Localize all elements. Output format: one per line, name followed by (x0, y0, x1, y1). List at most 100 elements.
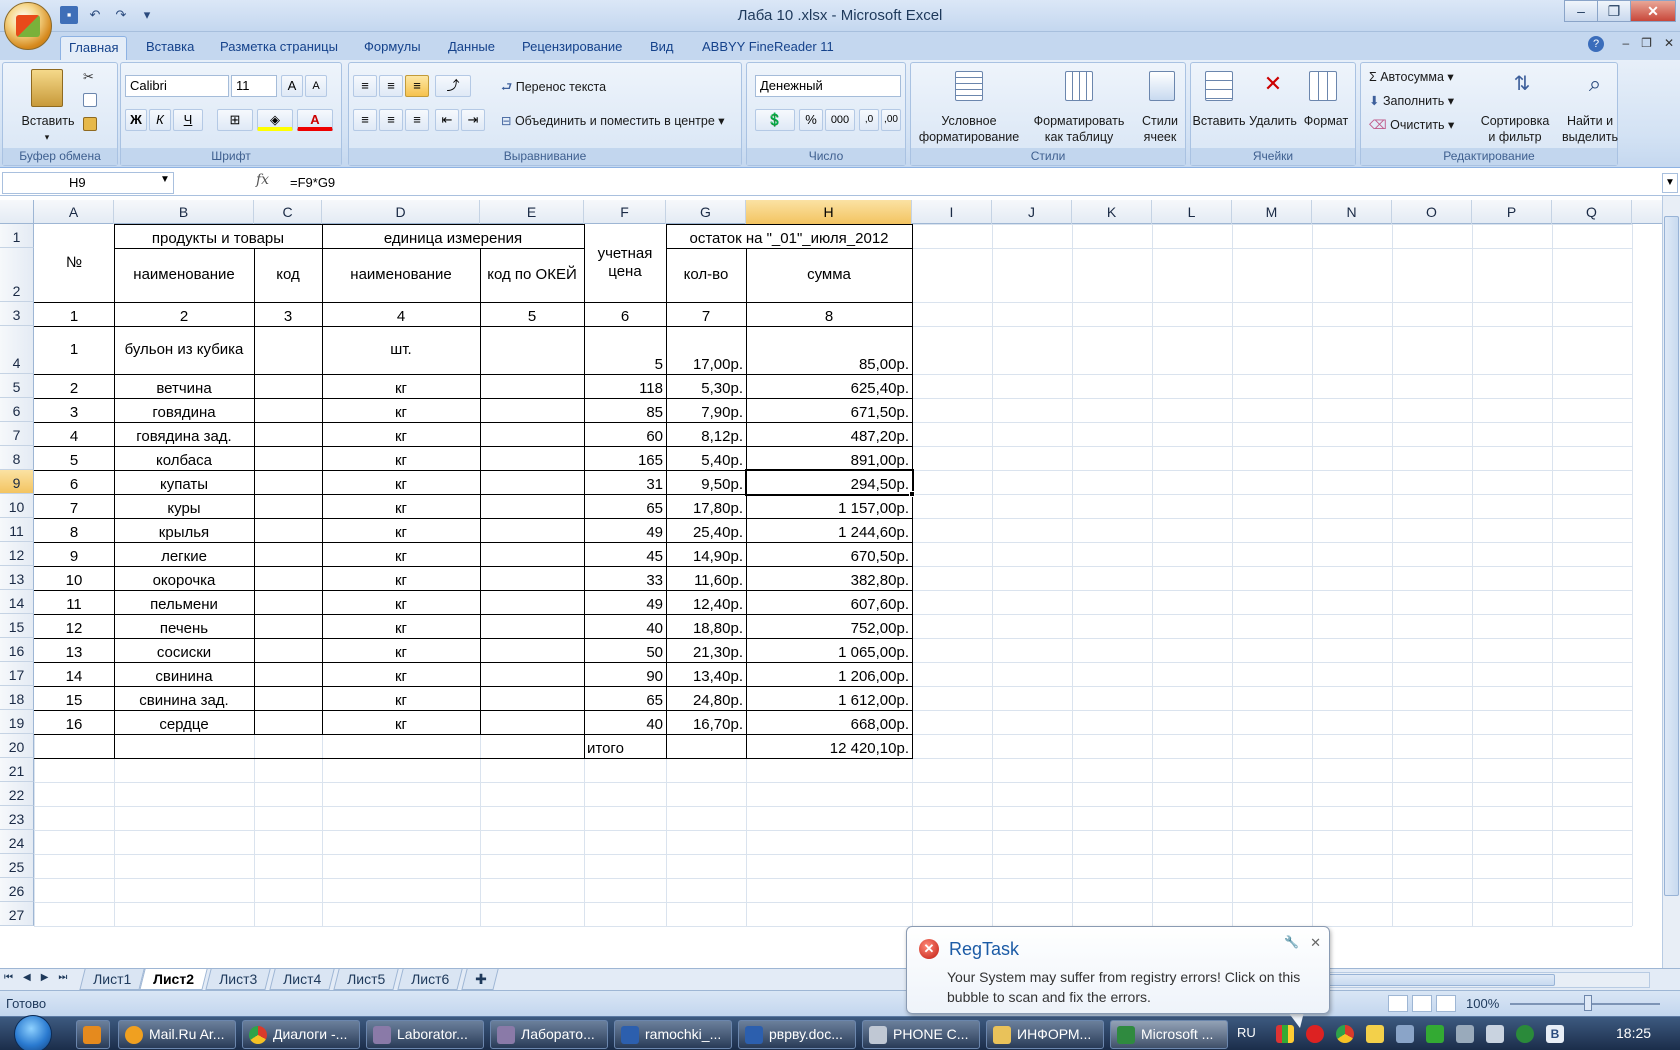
item-unit-cell[interactable]: шт. (322, 326, 480, 374)
item-unit-cell[interactable]: кг (322, 398, 480, 422)
item-qty-cell[interactable]: 17,80р. (666, 494, 746, 518)
column-number-cell[interactable]: 7 (666, 302, 746, 326)
sheet-tab[interactable]: Лист6 (397, 969, 463, 990)
row-header[interactable]: 19 (0, 710, 34, 734)
tab-page-layout[interactable]: Разметка страницы (212, 36, 346, 60)
item-sum-cell[interactable]: 625,40р. (746, 374, 912, 398)
autosum-button[interactable]: Σ Автосумма ▾ (1369, 69, 1454, 85)
column-header[interactable]: O (1392, 200, 1472, 224)
header-cell-okei[interactable]: код по ОКЕЙ (480, 248, 584, 302)
cell-styles-label[interactable]: Стили (1133, 113, 1187, 129)
balloon-options-icon[interactable]: 🔧 (1284, 935, 1299, 949)
media-player-button[interactable] (76, 1020, 110, 1049)
row-header[interactable]: 25 (0, 854, 34, 878)
sort-filter-label[interactable]: Сортировка (1469, 113, 1561, 129)
column-header[interactable]: D (322, 200, 480, 224)
item-name-cell[interactable]: бульон из кубика (114, 326, 254, 374)
taskbar-item[interactable]: Laborator... (366, 1020, 484, 1049)
item-sum-cell[interactable]: 752,00р. (746, 614, 912, 638)
item-name-cell[interactable]: окорочка (114, 566, 254, 590)
zoom-level[interactable]: 100% (1466, 996, 1499, 1011)
item-price-cell[interactable]: 85 (584, 398, 666, 422)
column-header[interactable]: H (746, 200, 912, 224)
item-qty-cell[interactable]: 24,80р. (666, 686, 746, 710)
tab-review[interactable]: Рецензирование (514, 36, 630, 60)
row-header[interactable]: 6 (0, 398, 34, 422)
paste-icon[interactable] (31, 69, 63, 107)
item-sum-cell[interactable]: 1 157,00р. (746, 494, 912, 518)
currency-button[interactable]: 💲 (755, 109, 795, 131)
align-right-button[interactable]: ≡ (405, 109, 429, 131)
column-header[interactable]: K (1072, 200, 1152, 224)
format-as-table-label[interactable]: Форматировать (1029, 113, 1129, 129)
taskbar-item[interactable]: Диалоги -... (242, 1020, 360, 1049)
row-header[interactable]: 1 (0, 224, 34, 248)
vertical-scrollbar[interactable] (1662, 196, 1680, 968)
item-sum-cell[interactable]: 891,00р. (746, 446, 912, 470)
row-header[interactable]: 4 (0, 326, 34, 374)
item-qty-cell[interactable]: 21,30р. (666, 638, 746, 662)
expand-formula-bar-icon[interactable]: ▼ (1662, 173, 1678, 193)
row-header[interactable]: 22 (0, 782, 34, 806)
item-sum-cell[interactable]: 1 206,00р. (746, 662, 912, 686)
item-qty-cell[interactable]: 7,90р. (666, 398, 746, 422)
zoom-slider-knob[interactable] (1584, 995, 1592, 1011)
decrease-decimal-button[interactable]: ,00 (881, 109, 901, 131)
help-icon[interactable]: ? (1588, 36, 1604, 52)
item-unit-cell[interactable]: кг (322, 518, 480, 542)
item-sum-cell[interactable]: 85,00р. (746, 326, 912, 374)
header-cell-balance[interactable]: остаток на "_01"_июля_2012 (666, 224, 912, 248)
item-number-cell[interactable]: 8 (34, 518, 114, 542)
formula-input[interactable]: =F9*G9 (290, 175, 335, 190)
item-qty-cell[interactable]: 13,40р. (666, 662, 746, 686)
format-painter-icon[interactable] (83, 117, 97, 131)
item-unit-cell[interactable]: кг (322, 446, 480, 470)
insert-cells-icon[interactable] (1205, 71, 1233, 101)
item-price-cell[interactable]: 33 (584, 566, 666, 590)
sort-filter-icon[interactable]: ⇅ (1509, 71, 1535, 101)
item-price-cell[interactable]: 65 (584, 686, 666, 710)
row-header[interactable]: 27 (0, 902, 34, 926)
column-header[interactable]: A (34, 200, 114, 224)
row-header[interactable]: 18 (0, 686, 34, 710)
sheet-tab[interactable]: Лист4 (269, 969, 335, 990)
find-select-label[interactable]: Найти и (1557, 113, 1623, 129)
item-name-cell[interactable]: пельмени (114, 590, 254, 614)
item-number-cell[interactable]: 6 (34, 470, 114, 494)
merge-center-button[interactable]: ⊟ Объединить и поместить в центре ▾ (501, 113, 725, 129)
column-header[interactable]: E (480, 200, 584, 224)
item-qty-cell[interactable]: 17,00р. (666, 326, 746, 374)
item-number-cell[interactable]: 1 (34, 326, 114, 374)
item-qty-cell[interactable]: 16,70р. (666, 710, 746, 734)
cut-icon[interactable]: ✂ (83, 69, 99, 84)
item-qty-cell[interactable]: 11,60р. (666, 566, 746, 590)
sort-filter-label-2[interactable]: и фильтр (1469, 129, 1561, 145)
item-qty-cell[interactable]: 8,12р. (666, 422, 746, 446)
item-qty-cell[interactable]: 25,40р. (666, 518, 746, 542)
notification-balloon[interactable]: ✕ RegTask 🔧 ✕ Your System may suffer fro… (906, 926, 1330, 1014)
row-header[interactable]: 10 (0, 494, 34, 518)
workbook-restore-icon[interactable]: ❐ (1641, 36, 1652, 50)
taskbar-item[interactable]: ИНФОРМ... (986, 1020, 1104, 1049)
item-unit-cell[interactable]: кг (322, 590, 480, 614)
row-header[interactable]: 8 (0, 446, 34, 470)
sheet-tab[interactable]: Лист1 (79, 969, 145, 990)
font-name-select[interactable]: Calibri (125, 75, 229, 97)
grow-font-button[interactable]: A (281, 75, 303, 97)
item-name-cell[interactable]: говядина зад. (114, 422, 254, 446)
item-price-cell[interactable]: 90 (584, 662, 666, 686)
item-price-cell[interactable]: 165 (584, 446, 666, 470)
delete-cells-icon[interactable]: ✕ (1259, 71, 1287, 101)
item-sum-cell[interactable]: 670,50р. (746, 542, 912, 566)
row-header[interactable]: 14 (0, 590, 34, 614)
align-center-button[interactable]: ≡ (379, 109, 403, 131)
item-qty-cell[interactable]: 18,80р. (666, 614, 746, 638)
item-number-cell[interactable]: 5 (34, 446, 114, 470)
column-number-cell[interactable]: 5 (480, 302, 584, 326)
tray-network-tool-icon[interactable] (1396, 1025, 1414, 1043)
item-unit-cell[interactable]: кг (322, 566, 480, 590)
item-number-cell[interactable]: 2 (34, 374, 114, 398)
name-box[interactable]: H9 (2, 172, 174, 194)
item-unit-cell[interactable]: кг (322, 374, 480, 398)
column-header[interactable]: B (114, 200, 254, 224)
